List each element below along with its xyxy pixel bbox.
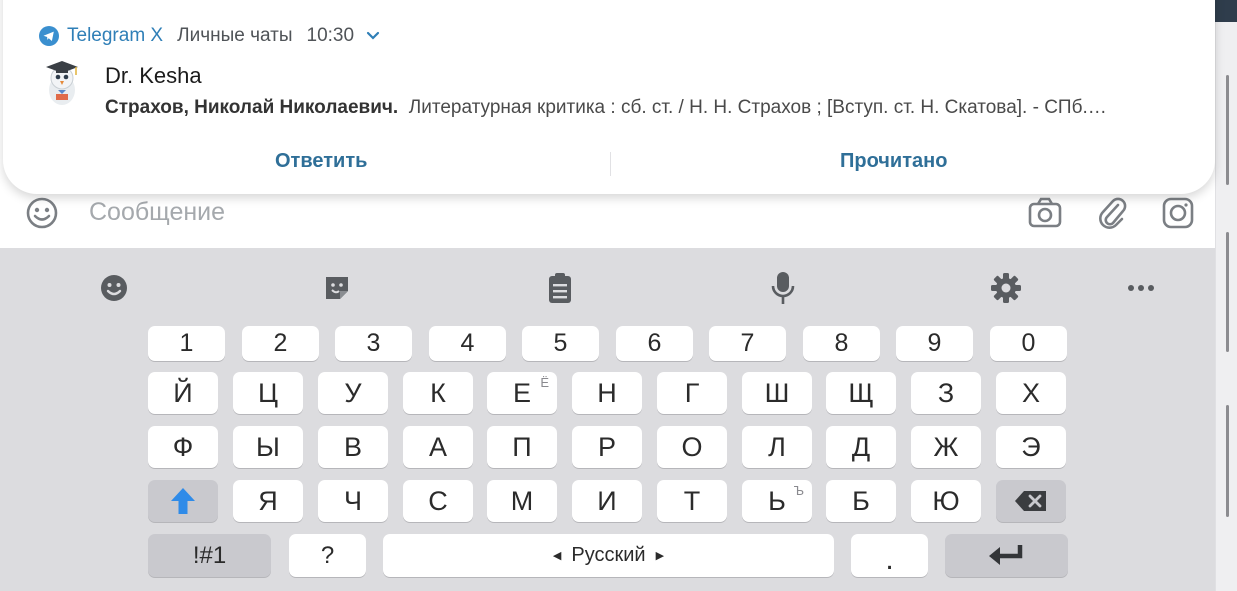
reply-button[interactable]: Ответить xyxy=(275,150,367,173)
more-dots-icon[interactable] xyxy=(1123,270,1159,306)
actions-divider xyxy=(610,152,611,176)
notification-card[interactable]: Telegram X Личные чаты 10:30 Dr. Kesha С… xyxy=(3,0,1215,194)
sender-name: Dr. Kesha xyxy=(105,63,202,88)
key-5[interactable]: 5 xyxy=(522,326,599,361)
avatar xyxy=(36,56,88,108)
key-letter[interactable]: У xyxy=(318,372,388,414)
key-letter[interactable]: Ч xyxy=(318,480,388,522)
period-key[interactable]: . xyxy=(851,534,928,577)
key-letter[interactable]: Я xyxy=(233,480,303,522)
key-letter[interactable]: О xyxy=(657,426,727,468)
shift-key[interactable] xyxy=(148,480,218,522)
key-letter[interactable]: Ц xyxy=(233,372,303,414)
message-input[interactable]: Сообщение xyxy=(89,198,225,227)
notification-time: 10:30 xyxy=(306,25,355,46)
app-name: Telegram X xyxy=(67,25,164,46)
key-letter[interactable]: Т xyxy=(657,480,727,522)
key-letter[interactable]: Й xyxy=(148,372,218,414)
key-letter[interactable]: С xyxy=(403,480,473,522)
key-letter[interactable]: И xyxy=(572,480,642,522)
enter-key[interactable] xyxy=(945,534,1068,577)
key-2[interactable]: 2 xyxy=(242,326,319,361)
key-hint: Ё xyxy=(540,375,549,390)
key-letter[interactable]: Щ xyxy=(826,372,896,414)
key-letter[interactable]: К xyxy=(403,372,473,414)
camera-icon[interactable] xyxy=(1026,194,1064,232)
key-letter[interactable]: Ж xyxy=(911,426,981,468)
key-letter[interactable]: П xyxy=(487,426,557,468)
space-language: ◀ Русский ▶ xyxy=(553,544,664,567)
key-letter[interactable]: Ш xyxy=(742,372,812,414)
key-letter[interactable]: Г xyxy=(657,372,727,414)
telegram-icon xyxy=(39,26,59,46)
message-author: Страхов, Николай Николаевич. xyxy=(105,97,399,118)
chevron-down-icon[interactable] xyxy=(366,31,380,41)
key-letter[interactable]: В xyxy=(318,426,388,468)
edge-dark-corner xyxy=(1215,0,1237,22)
message-preview: Страхов, Николай Николаевич. Литературна… xyxy=(105,97,1183,119)
mark-read-button[interactable]: Прочитано xyxy=(840,150,947,173)
key-letter[interactable]: Ы xyxy=(233,426,303,468)
settings-gear-icon[interactable] xyxy=(988,270,1024,306)
keyboard: 1 2 3 4 5 6 7 8 9 0 Й Ц У К Е Ё Н Г Ш Щ … xyxy=(0,248,1215,591)
instagram-camera-icon[interactable] xyxy=(1159,194,1197,232)
space-key[interactable]: ◀ Русский ▶ xyxy=(383,534,834,577)
backspace-icon xyxy=(1015,491,1046,511)
message-text: Литературная критика : сб. ст. / Н. Н. С… xyxy=(408,97,1107,118)
enter-icon xyxy=(988,544,1022,565)
key-letter-e[interactable]: Е Ё xyxy=(487,372,557,414)
clipboard-icon[interactable] xyxy=(542,270,578,306)
left-arrow-icon: ◀ xyxy=(552,550,562,562)
shift-arrow-icon xyxy=(171,488,195,514)
key-letter[interactable]: Л xyxy=(742,426,812,468)
key-7[interactable]: 7 xyxy=(709,326,786,361)
key-letter-soft-sign[interactable]: Ь Ъ xyxy=(742,480,812,522)
key-3[interactable]: 3 xyxy=(335,326,412,361)
key-letter[interactable]: Б xyxy=(826,480,896,522)
emoji-icon[interactable] xyxy=(23,194,61,232)
key-label: Ь xyxy=(768,485,786,516)
notification-header: Telegram X Личные чаты 10:30 xyxy=(39,25,380,47)
backspace-key[interactable] xyxy=(996,480,1066,522)
emoji-face-icon[interactable] xyxy=(96,270,132,306)
chat-section: Личные чаты xyxy=(177,25,293,46)
key-1[interactable]: 1 xyxy=(148,326,225,361)
key-letter[interactable]: Ф xyxy=(148,426,218,468)
key-letter[interactable]: М xyxy=(487,480,557,522)
scrollbar-top[interactable] xyxy=(1226,75,1229,185)
symbols-key[interactable]: !#1 xyxy=(148,534,271,577)
key-hint: Ъ xyxy=(793,483,804,498)
key-letter[interactable]: Р xyxy=(572,426,642,468)
right-arrow-icon: ▶ xyxy=(655,550,665,562)
key-letter[interactable]: Н xyxy=(572,372,642,414)
parrot-avatar-icon xyxy=(36,56,88,108)
key-letter[interactable]: А xyxy=(403,426,473,468)
scrollbar-bottom[interactable] xyxy=(1226,405,1229,517)
question-key[interactable]: ? xyxy=(289,534,366,577)
key-letter[interactable]: Ю xyxy=(911,480,981,522)
sticker-icon[interactable] xyxy=(319,270,355,306)
microphone-icon[interactable] xyxy=(765,270,801,306)
key-letter[interactable]: Х xyxy=(996,372,1066,414)
paperclip-icon[interactable] xyxy=(1093,194,1131,232)
key-label: Е xyxy=(512,377,531,408)
scrollbar-middle[interactable] xyxy=(1226,232,1229,352)
space-label: Русский xyxy=(571,544,646,566)
key-9[interactable]: 9 xyxy=(896,326,973,361)
key-letter[interactable]: Д xyxy=(826,426,896,468)
key-4[interactable]: 4 xyxy=(429,326,506,361)
key-letter[interactable]: Э xyxy=(996,426,1066,468)
key-0[interactable]: 0 xyxy=(990,326,1067,361)
key-8[interactable]: 8 xyxy=(803,326,880,361)
key-letter[interactable]: З xyxy=(911,372,981,414)
key-6[interactable]: 6 xyxy=(616,326,693,361)
